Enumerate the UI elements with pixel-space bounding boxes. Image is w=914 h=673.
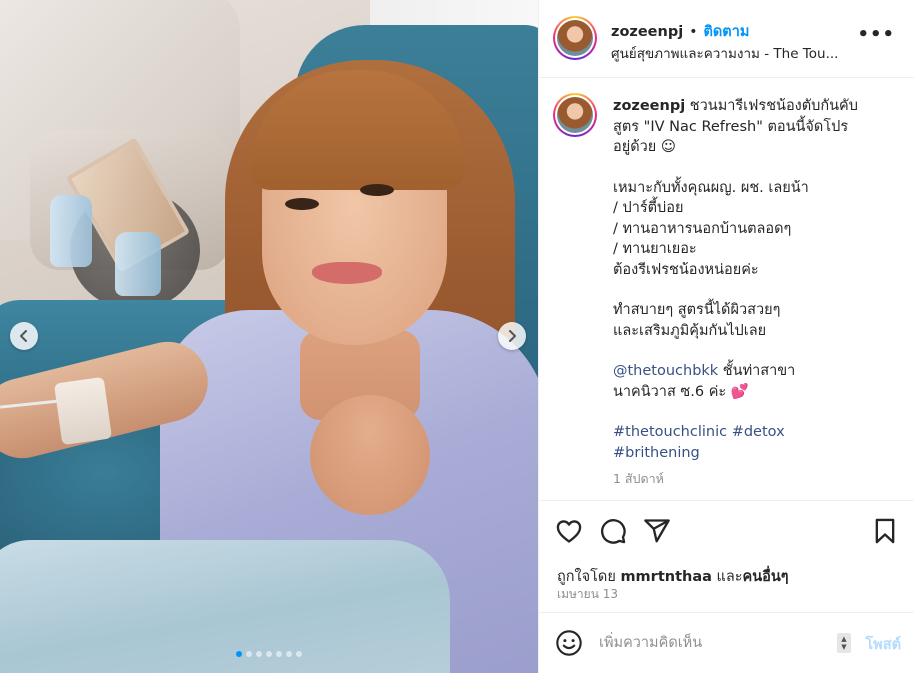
post-photo[interactable] — [0, 0, 538, 673]
post-header: zozeenpj • ติดตาม ศูนย์สุขภาพและความงาม … — [539, 0, 914, 78]
liked-by-user[interactable]: mmrtnthaa — [620, 569, 711, 585]
prev-arrow-icon — [20, 330, 27, 342]
follow-button[interactable]: ติดตาม — [703, 20, 749, 43]
hashtag-link[interactable]: #detox — [732, 424, 785, 440]
comment-input[interactable] — [599, 631, 829, 655]
prev-slide-button[interactable] — [10, 322, 38, 350]
next-slide-button[interactable] — [498, 322, 526, 350]
heart-icon — [556, 520, 582, 543]
avatar[interactable] — [553, 16, 597, 60]
share-icon — [644, 519, 670, 543]
avatar-image — [557, 20, 593, 56]
caption-username[interactable]: zozeenpj — [613, 98, 685, 114]
post-comment-button[interactable]: โพสต์ — [865, 633, 901, 656]
comment-icon — [601, 519, 626, 544]
caption-line: / ทานยาเยอะ — [613, 241, 697, 257]
more-icon[interactable]: ••• — [857, 24, 895, 45]
water-bottle — [115, 232, 161, 296]
caption-section: zozeenpj ชวนมารีเฟรชน้องตับกันคับ สูตร "… — [539, 78, 914, 501]
action-section: ถูกใจโดย mmrtnthaa และคนอื่นๆ เมษายน 13 — [539, 501, 914, 613]
caption-text: zozeenpj ชวนมารีเฟรชน้องตับกันคับ สูตร "… — [613, 96, 903, 490]
bookmark-icon — [875, 518, 895, 544]
caption-line: สูตร "IV Nac Refresh" ตอนนี้จัดโปร — [613, 118, 849, 135]
location-link[interactable]: ศูนย์สุขภาพและความงาม - The Tou... — [611, 42, 861, 64]
water-bottle — [50, 195, 92, 267]
comment-bar: ▲▼ โพสต์ — [539, 613, 914, 673]
post-side-panel: zozeenpj • ติดตาม ศูนย์สุขภาพและความงาม … — [538, 0, 914, 673]
person-eye — [360, 184, 394, 196]
save-button[interactable] — [871, 517, 899, 545]
emoji-button[interactable] — [555, 629, 583, 657]
mention-link[interactable]: @thetouchbkk — [613, 363, 718, 379]
caption-line: / ทานอาหารนอกบ้านตลอดๆ — [613, 220, 792, 237]
share-button[interactable] — [643, 517, 671, 545]
next-arrow-icon — [509, 330, 516, 342]
post-date[interactable]: เมษายน 13 — [557, 585, 618, 604]
avatar-image — [557, 97, 593, 133]
comment-button[interactable] — [599, 517, 627, 545]
liked-by-others[interactable]: คนอื่นๆ — [743, 569, 789, 585]
textarea-resize-arrows[interactable]: ▲ ▼ — [837, 633, 851, 653]
person-eye — [285, 198, 319, 210]
carousel-dot — [286, 651, 292, 657]
carousel-dot — [246, 651, 252, 657]
header-separator: • — [689, 23, 698, 40]
caption-avatar[interactable] — [553, 93, 597, 137]
caption-line: และเสริมภูมิคุ้มกันไปเลย — [613, 322, 767, 339]
hashtag-link[interactable]: #brithening — [613, 445, 700, 461]
caption-line: ชั้นท่าสาขา — [718, 363, 796, 379]
caption-time[interactable]: 1 สัปดาห์ — [613, 469, 903, 490]
person-lips — [312, 262, 382, 284]
person-chest — [310, 395, 430, 515]
carousel-dot — [266, 651, 272, 657]
carousel-dot — [256, 651, 262, 657]
caption-line: อยู่ด้วย ☺ — [613, 139, 676, 155]
carousel-dot — [296, 651, 302, 657]
caption-line: ทำสบายๆ สูตรนี้ได้ผิวสวยๆ — [613, 302, 781, 318]
caption-line: / ปาร์ตี้บ่อย — [613, 200, 684, 216]
carousel-dot — [236, 651, 242, 657]
carousel-dot — [276, 651, 282, 657]
emoji-icon — [556, 630, 582, 656]
heart-emoji: 💕 — [730, 383, 749, 400]
header-username[interactable]: zozeenpj — [611, 24, 683, 40]
iv-tape — [53, 376, 113, 446]
caption-line: ชวนมารีเฟรชน้องตับกันคับ — [689, 98, 858, 114]
caption-line: นาคนิวาส ซ.6 ค่ะ — [613, 383, 727, 400]
like-button[interactable] — [555, 517, 583, 545]
hashtag-link[interactable]: #thetouchclinic — [613, 424, 727, 440]
carousel-dots — [0, 651, 538, 657]
caption-line: เหมาะกับทั้งคุณผญ. ผช. เลยน้า — [613, 179, 809, 196]
caption-line: ต้องรีเฟรชน้องหน่อยค่ะ — [613, 261, 759, 278]
